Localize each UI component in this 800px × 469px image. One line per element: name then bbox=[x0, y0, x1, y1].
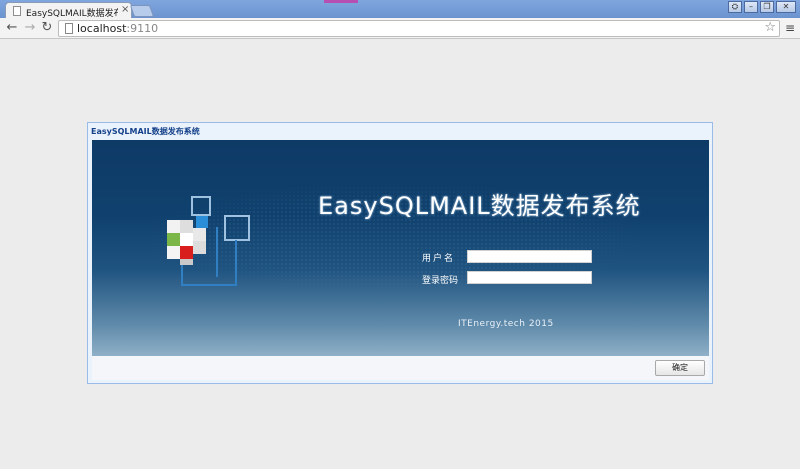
password-input[interactable] bbox=[467, 271, 592, 284]
cube-logo-icon bbox=[167, 196, 250, 286]
button-bar: 确定 bbox=[92, 356, 709, 380]
app-title: EasySQLMAIL数据发布系统 bbox=[318, 192, 641, 220]
browser-toolbar: ← → ↻ localhost:9110 ☆ ≡ bbox=[0, 18, 800, 39]
restore-icon[interactable]: ❐ bbox=[760, 1, 774, 13]
back-arrow-icon[interactable]: ← bbox=[4, 20, 20, 36]
tab-close-icon[interactable]: × bbox=[121, 4, 129, 15]
reload-icon[interactable]: ↻ bbox=[39, 20, 55, 36]
login-banner: EasySQLMAIL数据发布系统 用户名 登录密码 ITEnergy.tech… bbox=[92, 140, 709, 356]
new-tab-button[interactable] bbox=[129, 5, 155, 17]
url-page-icon bbox=[65, 23, 73, 34]
browser-tab[interactable]: EasySQLMAIL数据发布系 × bbox=[5, 2, 132, 19]
user-icon[interactable]: ⛭ bbox=[728, 1, 742, 13]
password-label: 登录密码 bbox=[422, 276, 459, 286]
browser-titlebar: EasySQLMAIL数据发布系 × ⛭ – ❐ ✕ bbox=[0, 0, 800, 19]
close-window-icon[interactable]: ✕ bbox=[776, 1, 796, 13]
confirm-button[interactable]: 确定 bbox=[655, 360, 705, 376]
username-input[interactable] bbox=[467, 250, 592, 263]
copyright-text: ITEnergy.tech 2015 bbox=[458, 319, 554, 329]
page-icon bbox=[13, 6, 21, 16]
forward-arrow-icon[interactable]: → bbox=[22, 20, 38, 36]
minimize-icon[interactable]: – bbox=[744, 1, 758, 13]
url-text: localhost:9110 bbox=[77, 22, 159, 35]
star-icon[interactable]: ☆ bbox=[764, 20, 776, 35]
window-controls: ⛭ – ❐ ✕ bbox=[728, 1, 796, 13]
username-label: 用户名 bbox=[422, 254, 456, 264]
login-window: EasySQLMAIL数据发布系统 EasySQLMAIL数据发布系统 用户名 … bbox=[87, 122, 713, 384]
window-title: EasySQLMAIL数据发布系统 bbox=[91, 127, 200, 136]
address-bar[interactable]: localhost:9110 ☆ bbox=[58, 20, 780, 37]
titlebar-accent bbox=[324, 0, 358, 3]
hamburger-menu-icon[interactable]: ≡ bbox=[785, 21, 795, 35]
